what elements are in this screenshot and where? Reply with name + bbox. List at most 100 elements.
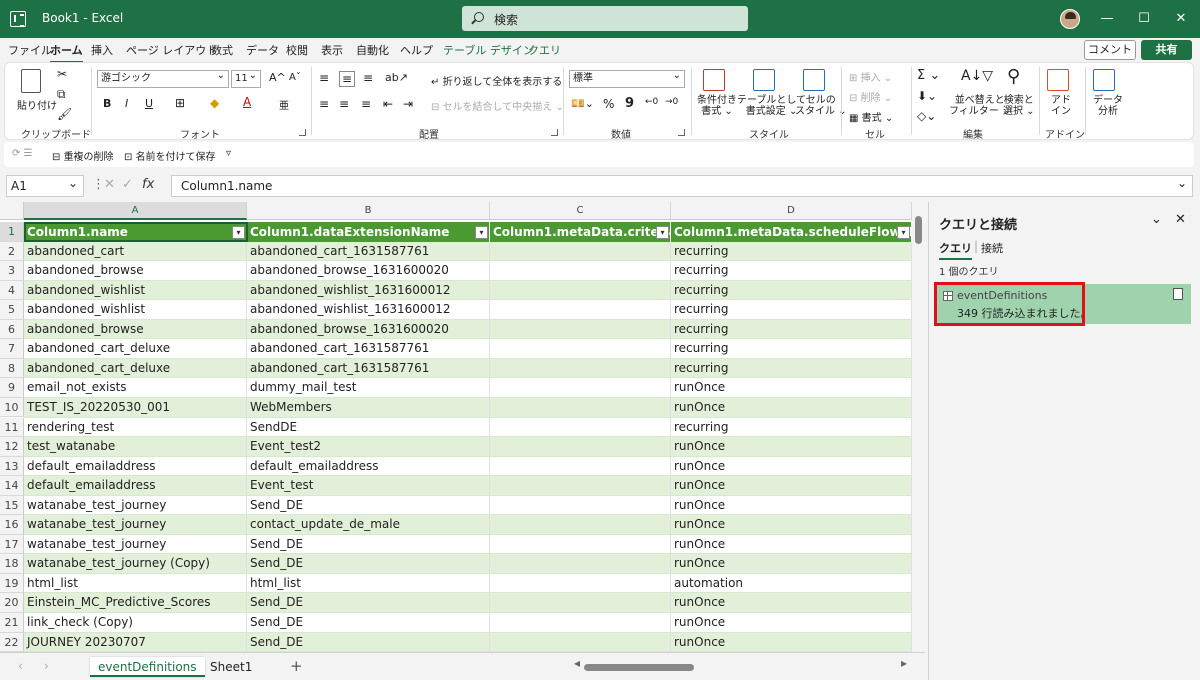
table-cell[interactable]: default_emailaddress [24, 476, 247, 496]
table-cell[interactable]: recurring [671, 241, 912, 262]
table-cell[interactable]: Send_DE [247, 632, 490, 652]
customize-qat-icon[interactable]: ▿ [226, 148, 231, 159]
formula-input[interactable]: Column1.name [171, 173, 1193, 197]
find-select-icon[interactable]: ⚲ [1007, 66, 1020, 87]
user-avatar[interactable] [1060, 9, 1080, 29]
paste-icon[interactable] [21, 69, 41, 93]
decrease-decimal-icon[interactable]: →0 [665, 97, 678, 107]
table-cell[interactable]: abandoned_wishlist_1631600012 [247, 280, 490, 301]
cell-styles-button[interactable]: セルの スタイル ⌄ [795, 95, 847, 117]
table-cell[interactable]: abandoned_wishlist_1631600012 [247, 300, 490, 320]
row-header[interactable]: 7 [0, 339, 24, 359]
wrap-text-button[interactable]: ↵ 折り返して全体を表示する [431, 73, 562, 88]
table-cell[interactable]: recurring [671, 300, 912, 320]
table-cell[interactable]: abandoned_browse_1631600020 [247, 261, 490, 281]
refresh-icon[interactable]: ⟳ ☰ [12, 148, 33, 159]
table-cell[interactable]: recurring [671, 417, 912, 438]
table-cell[interactable]: default_emailaddress [24, 456, 247, 477]
fill-icon[interactable]: ⬇⌄ [917, 89, 937, 103]
name-box[interactable]: A1 [6, 173, 84, 197]
table-cell[interactable]: html_list [24, 573, 247, 594]
remove-duplicates-button[interactable]: ⊟ 重複の削除 [52, 148, 114, 163]
data-analysis-button[interactable]: データ 分析 [1093, 95, 1123, 117]
row-header[interactable]: 13 [0, 456, 24, 477]
table-cell[interactable]: abandoned_cart_deluxe [24, 339, 247, 359]
row-header[interactable]: 16 [0, 515, 24, 535]
pane-options-icon[interactable]: ⌄ [1151, 212, 1162, 227]
indent-decrease-icon[interactable]: ⇤ [383, 97, 393, 111]
tab-help[interactable]: ヘルプ [400, 42, 433, 58]
sort-filter-button[interactable]: 並べ替えと フィルター ⌄ [949, 95, 1010, 117]
row-header[interactable]: 18 [0, 554, 24, 574]
border-icon[interactable]: ⊞ [175, 96, 185, 110]
autosum-button[interactable]: Σ ⌄ [917, 68, 940, 83]
tab-home[interactable]: ホーム [50, 42, 83, 63]
table-cell[interactable] [490, 573, 671, 594]
table-cell[interactable]: abandoned_cart_1631587761 [247, 339, 490, 359]
table-cell[interactable]: default_emailaddress [247, 456, 490, 477]
decrease-font-icon[interactable]: Aˇ [289, 72, 301, 83]
column-header-a[interactable]: A [24, 202, 247, 220]
table-cell[interactable]: watanabe_test_journey (Copy) [24, 554, 247, 574]
table-cell[interactable]: recurring [671, 358, 912, 379]
cancel-icon[interactable]: ✕ [104, 177, 115, 192]
table-cell[interactable]: TEST_IS_20220530_001 [24, 397, 247, 418]
query-item[interactable]: eventDefinitions 349 行読み込まれました。 [935, 284, 1191, 324]
table-cell[interactable]: Send_DE [247, 554, 490, 574]
search-box[interactable]: 検索 [462, 6, 748, 31]
tab-queries[interactable]: クエリ [939, 240, 972, 260]
format-painter-icon[interactable]: 🖌 [57, 107, 72, 121]
clear-icon[interactable]: ◇⌄ [917, 109, 936, 123]
enter-icon[interactable]: ✓ [122, 177, 133, 192]
format-cells-button[interactable]: ▦ 書式 ⌄ [849, 109, 893, 124]
tab-view[interactable]: 表示 [321, 42, 343, 58]
close-button[interactable]: ✕ [1170, 8, 1192, 30]
table-cell[interactable] [490, 319, 671, 340]
table-cell[interactable] [490, 476, 671, 496]
tab-page-layout[interactable]: ページ レイアウト [126, 42, 217, 58]
underline-button[interactable]: U [145, 97, 153, 110]
table-cell[interactable]: link_check (Copy) [24, 613, 247, 633]
table-cell[interactable]: Send_DE [247, 495, 490, 516]
filter-dropdown-icon[interactable]: ▾ [475, 226, 488, 239]
prev-sheet-icon[interactable]: ‹ [18, 659, 23, 673]
table-cell[interactable]: Event_test2 [247, 437, 490, 457]
table-cell[interactable]: runOnce [671, 495, 912, 516]
table-cell[interactable]: abandoned_cart [24, 241, 247, 262]
format-as-table-icon[interactable] [753, 69, 775, 91]
sort-filter-icon[interactable]: A↓▽ [961, 68, 993, 84]
increase-decimal-icon[interactable]: ←0 [645, 97, 658, 107]
table-cell[interactable] [490, 261, 671, 281]
filter-dropdown-icon[interactable]: ▾ [656, 226, 669, 239]
row-header[interactable]: 22 [0, 632, 24, 652]
table-cell[interactable] [490, 534, 671, 555]
percent-button[interactable]: % [603, 97, 614, 111]
table-cell[interactable]: WebMembers [247, 397, 490, 418]
table-cell[interactable] [490, 280, 671, 301]
addins-icon[interactable] [1047, 69, 1069, 91]
table-cell[interactable]: runOnce [671, 632, 912, 652]
sheet-tab-eventdefinitions[interactable]: eventDefinitions [90, 657, 205, 677]
table-cell[interactable] [490, 241, 671, 262]
save-as-button[interactable]: ⊡ 名前を付けて保存 [124, 148, 216, 163]
table-cell[interactable]: Send_DE [247, 593, 490, 614]
next-sheet-icon[interactable]: › [44, 659, 49, 673]
table-cell[interactable] [490, 397, 671, 418]
comment-button[interactable]: コメント [1084, 40, 1136, 60]
table-cell[interactable]: JOURNEY 20230707 [24, 632, 247, 652]
number-dialog-launcher[interactable] [678, 129, 685, 136]
table-cell[interactable]: email_not_exists [24, 378, 247, 398]
table-cell[interactable]: contact_update_de_male [247, 515, 490, 535]
pane-close-icon[interactable]: ✕ [1175, 212, 1186, 227]
indent-increase-icon[interactable]: ⇥ [403, 97, 413, 111]
tab-formulas[interactable]: 数式 [211, 42, 233, 58]
tab-data[interactable]: データ [246, 42, 279, 58]
align-middle-icon[interactable]: ≡ [339, 71, 356, 87]
table-cell[interactable] [490, 495, 671, 516]
paste-label[interactable]: 貼り付け [17, 97, 57, 112]
table-cell[interactable]: html_list [247, 573, 490, 594]
tab-connections[interactable]: 接続 [981, 240, 1003, 256]
table-cell[interactable]: SendDE [247, 417, 490, 438]
row-header[interactable]: 1 [0, 222, 24, 242]
add-sheet-button[interactable]: + [290, 657, 303, 675]
